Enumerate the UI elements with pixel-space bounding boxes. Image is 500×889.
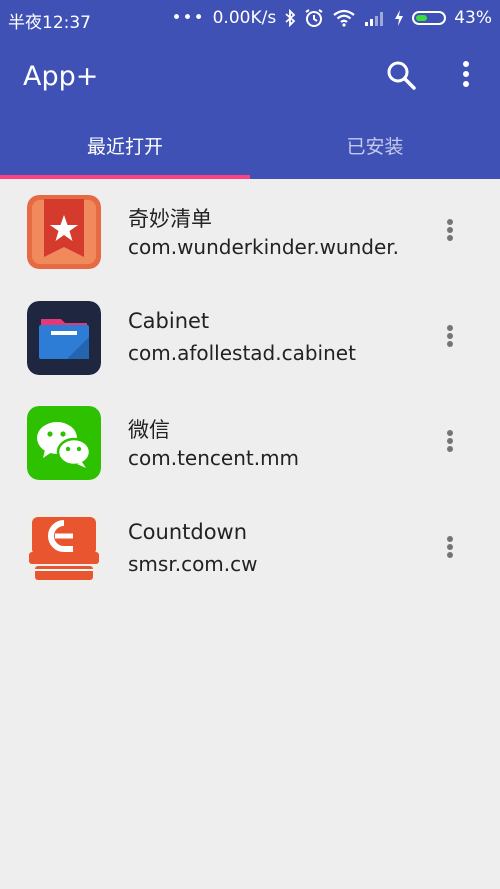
app-package: com.tencent.mm — [128, 446, 300, 470]
search-icon[interactable] — [384, 58, 418, 92]
signal-icon — [365, 12, 384, 26]
status-bar: 半夜12:37 ••• 0.00K/s 43% — [0, 0, 500, 36]
app-package: com.wunderkinder.wunder. — [128, 235, 400, 259]
battery-percent: 43% — [454, 8, 492, 28]
app-package: smsr.com.cw — [128, 551, 258, 576]
app-name: 奇妙清单 — [128, 207, 212, 231]
countdown-icon — [27, 511, 101, 586]
battery-icon — [412, 11, 447, 25]
list-item[interactable]: 奇妙清单 com.wunderkinder.wunder. — [0, 179, 500, 285]
overflow-menu-icon[interactable] — [440, 217, 460, 247]
overflow-menu-icon[interactable] — [440, 428, 460, 458]
wifi-icon — [333, 9, 355, 27]
tab-installed[interactable]: 已安装 — [250, 116, 500, 179]
cabinet-icon — [27, 300, 101, 375]
battery-fill — [416, 15, 428, 21]
dots-icon: ••• — [171, 8, 205, 28]
network-speed: 0.00K/s — [212, 8, 277, 28]
status-time: 半夜12:37 — [8, 13, 91, 33]
app-title: App+ — [23, 61, 99, 92]
tab-recent[interactable]: 最近打开 — [0, 116, 250, 179]
bluetooth-icon — [285, 9, 296, 27]
alarm-icon — [305, 9, 323, 27]
list-item[interactable]: 微信 com.tencent.mm — [0, 390, 500, 496]
app-name: Countdown — [128, 519, 248, 544]
overflow-menu-icon[interactable] — [440, 323, 460, 353]
wunderlist-icon — [27, 195, 101, 269]
charging-icon — [395, 10, 404, 26]
app-bar: App+ — [0, 36, 500, 116]
list-item[interactable]: Countdown smsr.com.cw — [0, 496, 500, 602]
app-name: 微信 — [128, 418, 170, 442]
status-right-group: ••• 0.00K/s 43% — [172, 8, 492, 28]
app-name: Cabinet — [128, 308, 210, 333]
tab-bar: 最近打开 已安装 — [0, 116, 500, 179]
app-package: com.afollestad.cabinet — [128, 340, 356, 365]
wechat-icon — [27, 406, 101, 480]
list-item[interactable]: Cabinet com.afollestad.cabinet — [0, 285, 500, 391]
more-vert-icon[interactable] — [453, 58, 479, 92]
app-list: 奇妙清单 com.wunderkinder.wunder. Cabinet co… — [0, 179, 500, 601]
overflow-menu-icon[interactable] — [440, 534, 460, 564]
